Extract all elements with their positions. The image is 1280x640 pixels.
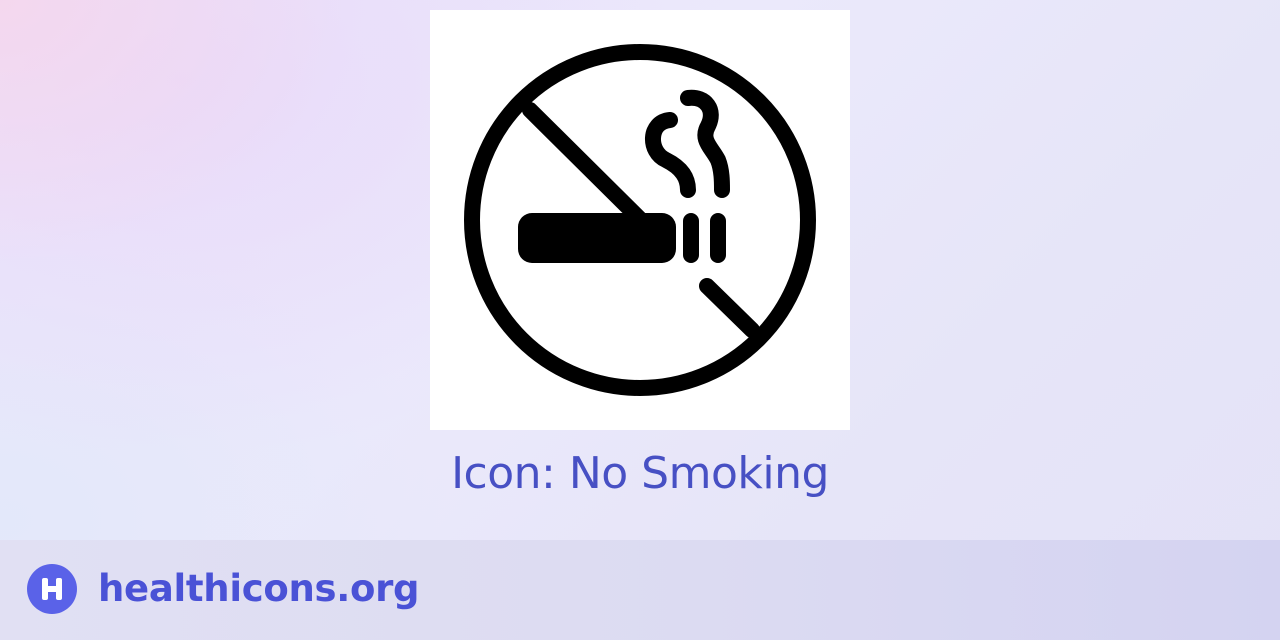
healthicons-logo-icon[interactable] [27, 564, 77, 614]
icon-preview-card [430, 10, 850, 430]
footer-bar: healthicons.org [0, 540, 1280, 640]
no-smoking-icon [464, 44, 816, 396]
icon-title: Icon: No Smoking [451, 448, 829, 499]
brand-name-link[interactable]: healthicons.org [98, 564, 420, 614]
logo-letter-h [42, 578, 62, 600]
